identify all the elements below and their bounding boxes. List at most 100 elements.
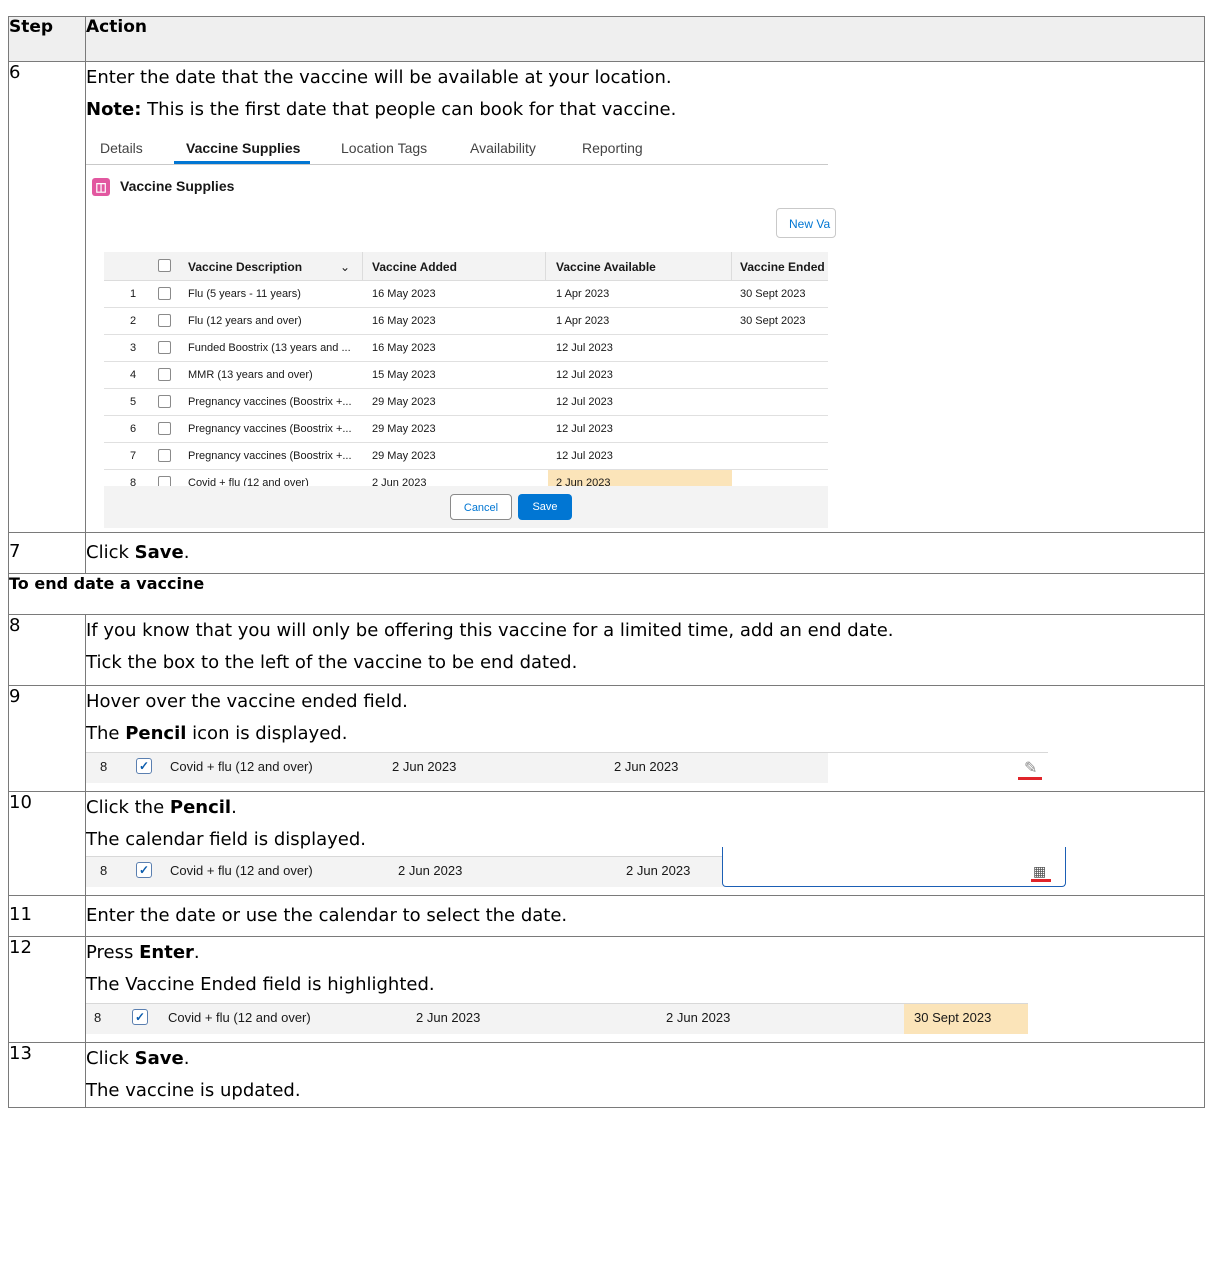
vaccine-available[interactable]: 12 Jul 2023	[556, 369, 613, 381]
text-part: The	[86, 723, 126, 744]
vaccine-ended-date-input[interactable]: ▦	[722, 847, 1066, 887]
save-button[interactable]: Save	[518, 494, 572, 520]
col-vaccine-ended[interactable]: Vaccine Ended	[740, 260, 825, 274]
table-row[interactable]: 5 Pregnancy vaccines (Boostrix +... 29 M…	[104, 389, 828, 416]
vaccine-added[interactable]: 2 Jun 2023	[398, 863, 462, 878]
table-row[interactable]: 3 Funded Boostrix (13 years and ... 16 M…	[104, 335, 828, 362]
vaccine-ended-cell[interactable]: ✎	[828, 752, 1048, 784]
tab-vaccine-supplies[interactable]: Vaccine Supplies	[186, 140, 300, 156]
step-number: 7	[8, 532, 86, 574]
row-number: 8	[100, 863, 108, 878]
chevron-down-icon[interactable]: ⌄	[340, 260, 350, 274]
vaccine-added[interactable]: 2 Jun 2023	[416, 1010, 480, 1025]
vaccine-added[interactable]: 15 May 2023	[372, 369, 436, 381]
text-part: .	[193, 942, 200, 963]
step-action: Click the Pencil. The calendar field is …	[85, 791, 1205, 896]
col-vaccine-added[interactable]: Vaccine Added	[372, 260, 457, 274]
tab-location-tags[interactable]: Location Tags	[341, 140, 427, 156]
save-label: Save	[134, 542, 184, 563]
calendar-icon[interactable]: ▦	[1033, 863, 1046, 880]
column-divider	[545, 252, 546, 280]
row-number: 4	[130, 369, 137, 381]
step-number: 11	[8, 895, 86, 937]
vaccine-description[interactable]: Covid + flu (12 and over)	[168, 1010, 311, 1025]
row-checkbox-checked[interactable]: ✓	[136, 862, 152, 878]
tab-details[interactable]: Details	[100, 140, 143, 156]
active-tab-indicator	[174, 161, 310, 164]
row-checkbox[interactable]	[158, 341, 171, 354]
table-header-row: Step Action	[8, 16, 1205, 62]
vaccine-added[interactable]: 29 May 2023	[372, 396, 436, 408]
vaccine-available[interactable]: 12 Jul 2023	[556, 396, 613, 408]
row-number: 5	[130, 396, 137, 408]
vaccine-added[interactable]: 29 May 2023	[372, 450, 436, 462]
vaccine-description[interactable]: MMR (13 years and over)	[188, 369, 356, 381]
record-tabs: Details Vaccine Supplies Location Tags A…	[86, 130, 828, 165]
row-checkbox[interactable]	[158, 368, 171, 381]
select-all-checkbox[interactable]	[158, 259, 171, 272]
tab-reporting[interactable]: Reporting	[582, 140, 643, 156]
step-text: Click Save.	[86, 1043, 1204, 1075]
vaccine-description[interactable]: Pregnancy vaccines (Boostrix +...	[188, 396, 356, 408]
row-checkbox-checked[interactable]: ✓	[136, 758, 152, 774]
table-row[interactable]: 6 Pregnancy vaccines (Boostrix +... 29 M…	[104, 416, 828, 443]
table-row[interactable]: 4 MMR (13 years and over) 15 May 2023 12…	[104, 362, 828, 389]
table-row[interactable]: 2 Flu (12 years and over) 16 May 2023 1 …	[104, 308, 828, 335]
steps-table: Step Action 6 Enter the date that the va…	[8, 16, 1205, 1108]
vaccine-grid: Vaccine Description ⌄ Vaccine Added Vacc…	[104, 252, 828, 496]
vaccine-added[interactable]: 16 May 2023	[372, 342, 436, 354]
new-vaccine-button[interactable]: New Va	[776, 208, 836, 238]
vaccine-supplies-icon: ◫	[92, 178, 110, 197]
section-row: To end date a vaccine	[8, 573, 1205, 615]
row-checkbox-checked[interactable]: ✓	[132, 1009, 148, 1025]
vaccine-available[interactable]: 12 Jul 2023	[556, 342, 613, 354]
vaccine-description[interactable]: Funded Boostrix (13 years and ...	[188, 342, 356, 354]
red-underline-annotation	[1031, 879, 1051, 882]
row-checkbox[interactable]	[158, 422, 171, 435]
step-text: Click Save.	[86, 537, 1204, 569]
pencil-icon[interactable]: ✎	[1024, 758, 1037, 778]
row-checkbox[interactable]	[158, 449, 171, 462]
calendar-row-screenshot: 8 ✓ Covid + flu (12 and over) 2 Jun 2023…	[86, 847, 1066, 887]
step-action: Hover over the vaccine ended field. The …	[85, 685, 1205, 792]
table-row[interactable]: 7 Pregnancy vaccines (Boostrix +... 29 M…	[104, 443, 828, 470]
tab-availability[interactable]: Availability	[470, 140, 536, 156]
vaccine-ended[interactable]: 30 Sept 2023	[740, 288, 805, 300]
vaccine-added[interactable]: 29 May 2023	[372, 423, 436, 435]
table-row[interactable]: 1 Flu (5 years - 11 years) 16 May 2023 1…	[104, 281, 828, 308]
column-divider	[731, 252, 732, 280]
row-checkbox[interactable]	[158, 395, 171, 408]
vaccine-available[interactable]: 2 Jun 2023	[666, 1010, 730, 1025]
note-label: Note:	[86, 99, 142, 120]
text-part: Click	[86, 542, 135, 563]
action-column-header: Action	[85, 16, 1205, 62]
vaccine-description[interactable]: Pregnancy vaccines (Boostrix +...	[188, 423, 356, 435]
vaccine-added[interactable]: 16 May 2023	[372, 288, 436, 300]
vaccine-ended[interactable]: 30 Sept 2023	[740, 315, 805, 327]
vaccine-available[interactable]: 1 Apr 2023	[556, 315, 609, 327]
row-checkbox[interactable]	[158, 314, 171, 327]
pencil-label: Pencil	[125, 723, 187, 744]
text-part: .	[183, 542, 190, 563]
vaccine-description[interactable]: Covid + flu (12 and over)	[170, 759, 313, 774]
enter-label: Enter	[139, 942, 194, 963]
cancel-button[interactable]: Cancel	[450, 494, 512, 520]
col-vaccine-available[interactable]: Vaccine Available	[556, 260, 656, 274]
note-paragraph: Note: This is the first date that people…	[86, 94, 1204, 126]
vaccine-ended-edited[interactable]: 30 Sept 2023	[914, 1010, 991, 1025]
vaccine-available[interactable]: 1 Apr 2023	[556, 288, 609, 300]
vaccine-available[interactable]: 2 Jun 2023	[626, 863, 690, 878]
row-checkbox[interactable]	[158, 287, 171, 300]
vaccine-description[interactable]: Pregnancy vaccines (Boostrix +...	[188, 450, 356, 462]
vaccine-added[interactable]: 2 Jun 2023	[392, 759, 456, 774]
step-row-10: 10 Click the Pencil. The calendar field …	[8, 791, 1205, 896]
vaccine-added[interactable]: 16 May 2023	[372, 315, 436, 327]
vaccine-description[interactable]: Flu (12 years and over)	[188, 315, 356, 327]
col-vaccine-description[interactable]: Vaccine Description	[188, 260, 302, 274]
vaccine-available[interactable]: 2 Jun 2023	[614, 759, 678, 774]
note-text: This is the first date that people can b…	[141, 99, 677, 120]
vaccine-available[interactable]: 12 Jul 2023	[556, 450, 613, 462]
vaccine-description[interactable]: Flu (5 years - 11 years)	[188, 288, 356, 300]
vaccine-description[interactable]: Covid + flu (12 and over)	[170, 863, 313, 878]
vaccine-available[interactable]: 12 Jul 2023	[556, 423, 613, 435]
